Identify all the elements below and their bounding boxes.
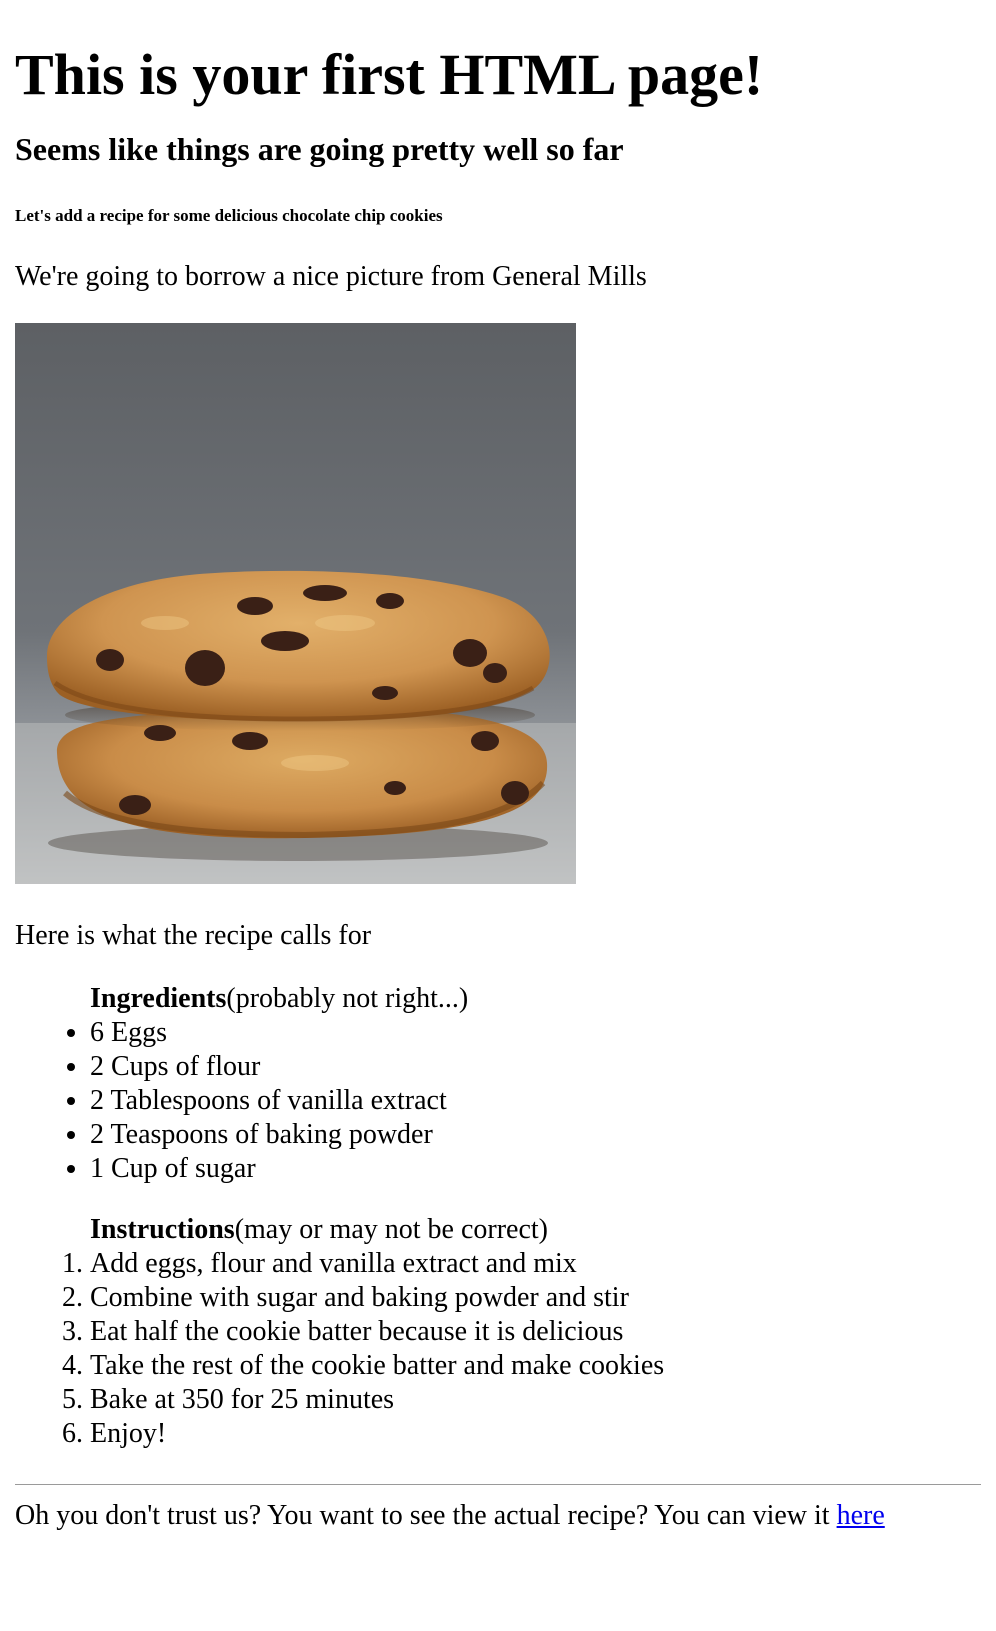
list-item: 6 Eggs <box>90 1016 981 1050</box>
list-item: 2 Tablespoons of vanilla extract <box>90 1084 981 1118</box>
list-item: 2 Cups of flour <box>90 1050 981 1084</box>
footer-sentence: Oh you don't trust us? You want to see t… <box>15 1500 837 1531</box>
instructions-caption: Instructions(may or may not be correct) <box>15 1186 981 1247</box>
ingredients-caption-note: (probably not right...) <box>226 983 469 1014</box>
intro-text: We're going to borrow a nice picture fro… <box>15 261 647 292</box>
ingredients-list: 6 Eggs 2 Cups of flour 2 Tablespoons of … <box>15 1016 981 1186</box>
instructions-caption-bold: Instructions <box>90 1214 235 1245</box>
list-item: Eat half the cookie batter because it is… <box>90 1315 981 1349</box>
recipe-link[interactable]: here <box>837 1500 885 1531</box>
ingredients-caption: Ingredients(probably not right...) <box>15 955 981 1016</box>
instructions-list: Add eggs, flour and vanilla extract and … <box>15 1247 981 1451</box>
list-item: Add eggs, flour and vanilla extract and … <box>90 1247 981 1281</box>
page-body: This is your first HTML page! Seems like… <box>0 0 996 1535</box>
page-subtitle: Seems like things are going pretty well … <box>15 131 624 167</box>
list-item: Combine with sugar and baking powder and… <box>90 1281 981 1315</box>
recipe-intro-text: Here is what the recipe calls for <box>15 920 372 951</box>
ingredients-caption-bold: Ingredients <box>90 983 227 1014</box>
list-item: 1 Cup of sugar <box>90 1152 981 1186</box>
footer-text: Oh you don't trust us? You want to see t… <box>15 1485 981 1535</box>
list-item: Bake at 350 for 25 minutes <box>90 1383 981 1417</box>
instructions-caption-note: (may or may not be correct) <box>234 1214 549 1245</box>
cookies-image <box>15 323 576 884</box>
list-item: 2 Teaspoons of baking powder <box>90 1118 981 1152</box>
list-item: Enjoy! <box>90 1417 981 1451</box>
page-title: This is your first HTML page! <box>15 42 764 107</box>
recipe-heading: Let's add a recipe for some delicious ch… <box>15 206 443 225</box>
list-item: Take the rest of the cookie batter and m… <box>90 1349 981 1383</box>
